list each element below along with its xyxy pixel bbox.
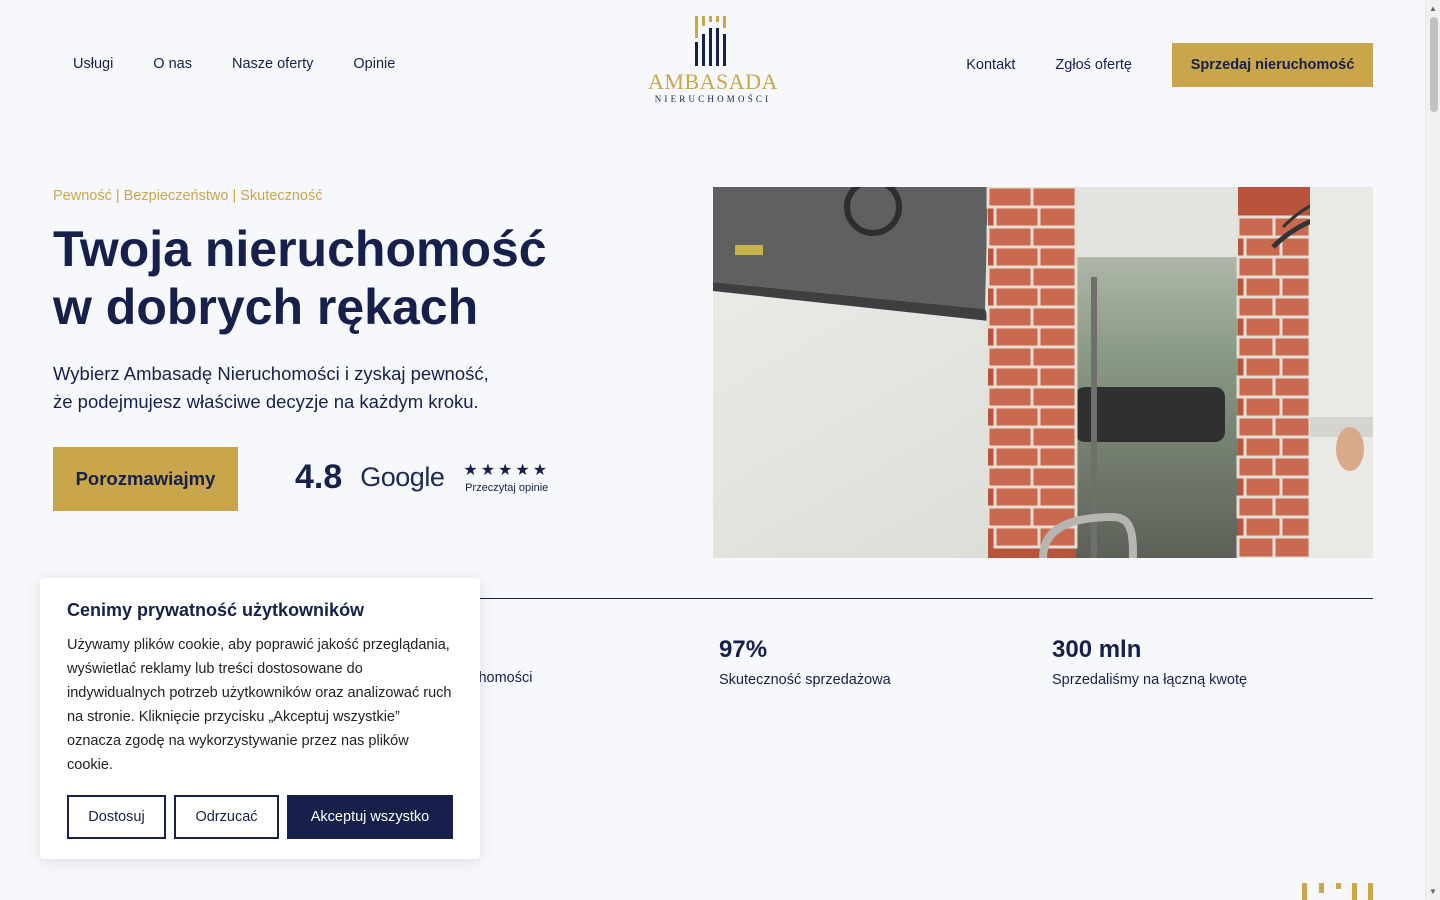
nav-link-zglos-oferte[interactable]: Zgłoś ofertę	[1055, 57, 1132, 73]
cookie-consent-banner: Cenimy prywatność użytkowników Używamy p…	[40, 578, 480, 859]
site-logo[interactable]: AMBASADA NIERUCHOMOŚCI	[648, 14, 778, 116]
hero-title-line-2: w dobrych rękach	[53, 279, 479, 335]
hero-photo-illustration	[713, 187, 1373, 558]
scroll-down-arrow-icon[interactable]: ▼	[1429, 887, 1437, 896]
logo-subtitle: NIERUCHOMOŚCI	[654, 94, 772, 104]
google-rating[interactable]: 4.8 Google ★★★★★ Przeczytaj opinie	[295, 458, 550, 497]
cookie-customize-button[interactable]: Dostosuj	[67, 795, 166, 839]
hero-subtitle-line-2: że podejmujesz właściwe decyzje na każdy…	[53, 391, 479, 412]
hero-tagline: Pewność | Bezpieczeństwo | Skuteczność	[53, 188, 323, 204]
hero-title-line-1: Twoja nieruchomość	[53, 221, 547, 277]
lets-talk-button[interactable]: Porozmawiajmy	[53, 447, 238, 511]
stat-label: Skuteczność sprzedażowa	[719, 672, 891, 688]
read-reviews-link[interactable]: Przeczytaj opinie	[463, 482, 550, 494]
rating-stars-block: ★★★★★ Przeczytaj opinie	[463, 462, 550, 494]
stat-sales-effectiveness: 97% Skuteczność sprzedażowa	[719, 636, 891, 688]
scroll-up-arrow-icon[interactable]: ▲	[1429, 4, 1437, 13]
nav-link-uslugi[interactable]: Usługi	[73, 56, 113, 72]
nav-link-nasze-oferty[interactable]: Nasze oferty	[232, 56, 313, 72]
nav-link-opinie[interactable]: Opinie	[353, 56, 395, 72]
hero-photo-office-entrance	[713, 187, 1373, 558]
stat-label: Sprzedaliśmy na łączną kwotę	[1052, 672, 1248, 688]
logo-mark-icon	[695, 16, 726, 66]
logo-mark-icon	[1302, 883, 1373, 900]
cookie-reject-button[interactable]: Odrzucać	[174, 795, 279, 839]
google-logo: Google	[360, 462, 445, 492]
star-rating-icon: ★★★★★	[463, 461, 551, 479]
hero-title: Twoja nieruchomość w dobrych rękach	[53, 220, 673, 336]
logo-name: AMBASADA	[648, 69, 778, 94]
main-nav-right: Kontakt Zgłoś ofertę Sprzedaj nieruchomo…	[966, 43, 1373, 87]
cookie-text: Używamy plików cookie, aby poprawić jako…	[67, 637, 452, 773]
cookie-buttons: Dostosuj Odrzucać Akceptuj wszystko	[67, 795, 453, 839]
nav-link-o-nas[interactable]: O nas	[153, 56, 192, 72]
main-nav-left: Usługi O nas Nasze oferty Opinie	[73, 56, 435, 72]
cookie-accept-all-button[interactable]: Akceptuj wszystko	[287, 795, 453, 839]
stat-total-sales: 300 mln Sprzedaliśmy na łączną kwotę	[1052, 636, 1247, 688]
rating-value: 4.8	[295, 458, 343, 496]
page-scrollbar[interactable]: ▲ ▼	[1425, 0, 1440, 900]
stat-number: 97%	[719, 636, 768, 663]
hero-subtitle-line-1: Wybierz Ambasadę Nieruchomości i zyskaj …	[53, 363, 489, 384]
nav-link-kontakt[interactable]: Kontakt	[966, 57, 1015, 73]
sell-property-button[interactable]: Sprzedaj nieruchomość	[1172, 43, 1373, 87]
stat-number: 300 mln	[1052, 636, 1142, 663]
cookie-title: Cenimy prywatność użytkowników	[67, 600, 365, 620]
scrollbar-thumb[interactable]	[1430, 17, 1438, 112]
hero-subtitle: Wybierz Ambasadę Nieruchomości i zyskaj …	[53, 360, 573, 416]
